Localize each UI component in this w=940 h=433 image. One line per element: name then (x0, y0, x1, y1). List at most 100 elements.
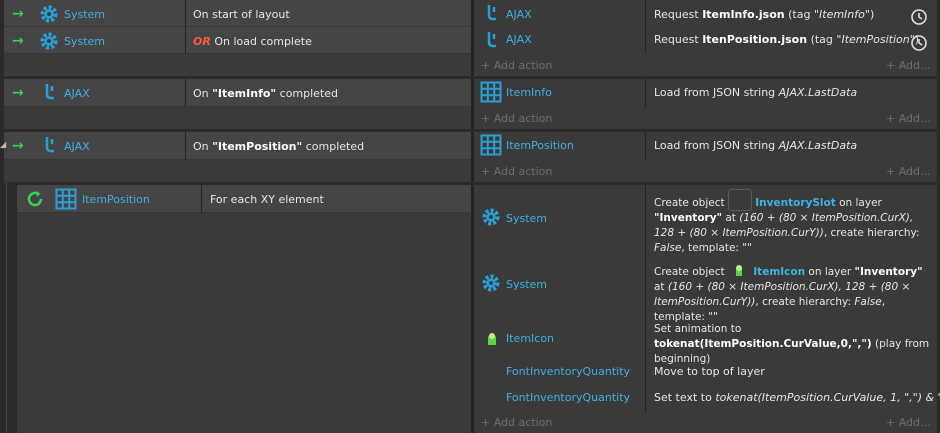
condition-object[interactable]: ItemPosition (82, 193, 150, 206)
condition-object[interactable]: AJAX (64, 87, 90, 100)
text-part: False (654, 242, 682, 254)
text-part: "ItemInfo" (813, 8, 870, 21)
trigger-arrow-icon: → (12, 33, 24, 49)
text-part: ) (869, 8, 875, 21)
column-divider (185, 0, 186, 54)
column-divider (201, 185, 202, 213)
text-part: On (193, 140, 213, 153)
column-divider (645, 79, 646, 107)
text-part: "Inventory" (854, 266, 923, 278)
text-part: at (722, 212, 740, 224)
text-part: on layer (805, 266, 855, 278)
text-part: Load from JSON string (654, 139, 779, 152)
text-part: "ItemPosition" (212, 140, 303, 153)
column-divider (471, 79, 474, 129)
condition-object[interactable]: System (64, 8, 105, 21)
action-object[interactable]: System (506, 278, 547, 291)
gear-icon (481, 207, 501, 227)
action-object[interactable]: ItemPosition (506, 139, 574, 152)
text-part: AJAX.LastData (778, 139, 858, 152)
gear-icon (39, 31, 59, 51)
array-grid-icon (480, 134, 502, 156)
action-text[interactable]: Load from JSON string AJAX.LastData (654, 86, 857, 99)
condition-object[interactable]: AJAX (64, 140, 90, 153)
text-part: Set text to (654, 391, 716, 404)
text-part: completed (276, 87, 339, 100)
text-part: at (654, 281, 668, 293)
text-part: ItenPosition.json (702, 33, 808, 46)
gear-icon (39, 4, 59, 24)
text-part: InventorySlot (755, 197, 836, 209)
collapse-arrow-icon[interactable]: ◢ (0, 140, 6, 149)
add-action-button[interactable]: + Add action (481, 416, 552, 429)
loop-icon (25, 189, 45, 209)
array-grid-icon (55, 188, 77, 210)
nesting-line (6, 182, 7, 433)
action-object[interactable]: AJAX (506, 8, 532, 21)
column-divider (645, 0, 646, 54)
ajax-icon (42, 82, 58, 102)
inventory-slot-thumb-icon (727, 189, 752, 211)
array-grid-icon (480, 81, 502, 103)
condition-text[interactable]: For each XY element (210, 193, 324, 206)
text-part: "Inventory" (654, 212, 723, 224)
action-object[interactable]: System (506, 212, 547, 225)
text-part: Create object (654, 266, 728, 278)
column-divider (471, 185, 474, 433)
column-divider (185, 132, 186, 160)
column-divider (471, 0, 474, 76)
text-part: Load from JSON string (654, 86, 779, 99)
action-text[interactable]: Move to top of layer (654, 365, 765, 378)
text-part: Create object (654, 197, 728, 209)
text-part: tokenat(ItemPosition.CurValue, 1, ",") &… (715, 391, 940, 404)
text-part: ItemInfo.json (702, 8, 785, 21)
condition-text[interactable]: OR On load complete (193, 35, 312, 48)
wait-clock-icon (910, 34, 928, 52)
action-object[interactable]: FontInventoryQuantity (506, 365, 630, 378)
action-text[interactable]: Set animation to tokenat(ItemPosition.Cu… (654, 322, 936, 367)
gear-icon (481, 273, 501, 293)
action-object[interactable]: ItemIcon (506, 332, 554, 345)
action-text[interactable]: Create object ItemIcon on layer "Invento… (654, 263, 936, 325)
condition-text[interactable]: On "ItemInfo" completed (193, 87, 338, 100)
add-button[interactable]: + Add... (886, 416, 931, 429)
text-part: , template: "" (681, 242, 752, 254)
add-button[interactable]: + Add... (886, 112, 931, 125)
action-text[interactable]: Create object InventorySlot on layer "In… (654, 189, 936, 256)
text-part: (tag (784, 8, 814, 21)
add-button[interactable]: + Add... (886, 59, 931, 72)
ajax-icon (42, 135, 58, 155)
text-part: "ItemInfo" (212, 87, 277, 100)
action-text[interactable]: Request ItenPosition.json (tag "ItemPosi… (654, 33, 919, 46)
trigger-arrow-icon: → (12, 6, 24, 22)
condition-text[interactable]: On "ItemPosition" completed (193, 140, 364, 153)
text-part: , create hierarchy: (823, 227, 920, 239)
condition-text[interactable]: On start of layout (193, 8, 290, 21)
action-object[interactable]: FontInventoryQuantity (506, 391, 630, 404)
text-part: , create hierarchy: (755, 296, 855, 308)
add-action-button[interactable]: + Add action (481, 112, 552, 125)
action-text[interactable]: Request ItemInfo.json (tag "ItemInfo") (654, 8, 874, 21)
column-divider (645, 185, 646, 413)
condition-text-body: On load complete (214, 35, 312, 48)
text-part: ItemIcon (753, 266, 806, 278)
action-object[interactable]: AJAX (506, 33, 532, 46)
text-part: AJAX.LastData (778, 86, 858, 99)
text-part: tokenat(ItemPosition.CurValue,0,",") (654, 338, 872, 350)
action-object[interactable]: ItemInfo (506, 86, 552, 99)
trigger-arrow-icon: → (12, 138, 24, 154)
add-button[interactable]: + Add... (886, 165, 931, 178)
text-part: on layer (835, 197, 882, 209)
column-divider (645, 132, 646, 160)
text-part: (tag (807, 33, 837, 46)
add-action-button[interactable]: + Add action (481, 165, 552, 178)
action-text[interactable]: Set text to tokenat(ItemPosition.CurValu… (654, 391, 940, 404)
condition-object[interactable]: System (64, 35, 105, 48)
item-icon-sprite-icon (484, 330, 500, 346)
text-part: Request (654, 8, 703, 21)
column-divider (471, 132, 474, 182)
add-action-button[interactable]: + Add action (481, 59, 552, 72)
text-part: On (193, 87, 213, 100)
action-text[interactable]: Load from JSON string AJAX.LastData (654, 139, 857, 152)
text-part: False (854, 296, 882, 308)
